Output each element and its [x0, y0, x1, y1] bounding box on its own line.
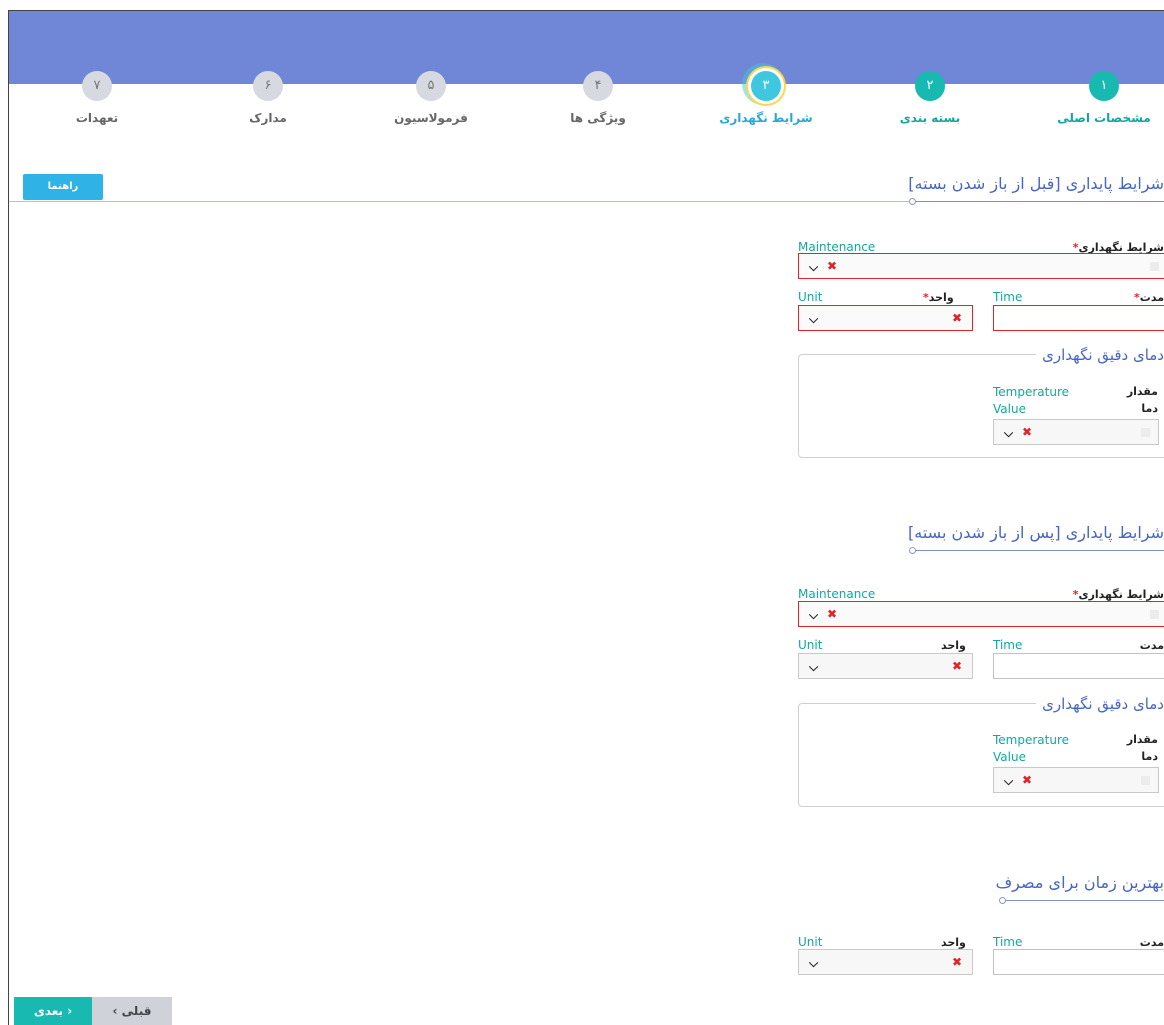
step-number: ۷: [82, 71, 112, 101]
step-label: تعهدات: [75, 111, 119, 125]
unit-label-en: Unit: [798, 935, 823, 949]
step-number: ۳: [751, 71, 781, 101]
previous-button[interactable]: ‹ قبلی: [92, 997, 172, 1025]
maintenance-label-en: Maintenance: [798, 240, 876, 254]
step-2[interactable]: ۲ بسته بندی: [870, 68, 990, 138]
step-number: ۴: [583, 71, 613, 101]
maintenance-label-en: Maintenance: [798, 587, 876, 601]
duration-label-fa: مدت*: [1134, 291, 1164, 304]
time-label-en: Time: [993, 290, 1023, 304]
step-6[interactable]: ۶ مدارک: [208, 68, 328, 138]
step-5[interactable]: ۵ فرمولاسیون: [371, 68, 491, 138]
maintenance-select[interactable]: ⌵ ✖: [798, 601, 1164, 627]
chevron-down-icon: ⌵: [809, 608, 819, 622]
step-label: بسته بندی: [899, 111, 961, 125]
step-label: فرمولاسیون: [394, 111, 468, 125]
page-frame: ۱ مشخصات اصلی ۲ بسته بندی ۳ شرایط نگهدار…: [8, 10, 1164, 1025]
temperature-panel-title: دمای دقیق نگهداری: [1036, 346, 1164, 364]
step-3[interactable]: ۳ شرایط نگهداری: [706, 68, 826, 138]
wizard-steps: ۱ مشخصات اصلی ۲ بسته بندی ۳ شرایط نگهدار…: [9, 11, 1164, 141]
time-input[interactable]: [993, 653, 1164, 679]
step-label: مشخصات اصلی: [1057, 111, 1151, 125]
temperature-select[interactable]: ⌵ ✖: [993, 767, 1159, 793]
step-1[interactable]: ۱ مشخصات اصلی: [1044, 68, 1164, 138]
value-label-en: Value: [993, 750, 1026, 764]
unit-select[interactable]: ⌵ ✖: [798, 305, 973, 331]
temperature-panel-title: دمای دقیق نگهداری: [1036, 695, 1164, 713]
step-4[interactable]: ۴ ویژگی ها: [538, 68, 658, 138]
clear-icon[interactable]: ✖: [952, 311, 962, 325]
clear-icon[interactable]: ✖: [952, 659, 962, 673]
unit-label-fa: واحد: [941, 639, 966, 652]
step-label: ویژگی ها: [570, 111, 626, 125]
unit-label-fa: واحد*: [923, 291, 954, 304]
temperature-label-en: Temperature: [993, 385, 1070, 399]
divider-accent: [914, 201, 1164, 202]
divider-accent: [914, 550, 1164, 551]
step-number: ۱: [1089, 71, 1119, 101]
step-number: ۵: [416, 71, 446, 101]
maintenance-label-fa: شرایط نگهداری*: [1072, 588, 1164, 601]
select-handle: [1150, 610, 1159, 619]
step-label: شرایط نگهداری: [719, 111, 813, 125]
help-button[interactable]: راهنما: [23, 174, 103, 200]
unit-select[interactable]: ⌵ ✖: [798, 653, 973, 679]
amount-label-fa: مقدار: [1126, 733, 1158, 746]
clear-icon[interactable]: ✖: [1022, 425, 1032, 439]
time-label-en: Time: [993, 638, 1023, 652]
unit-label-en: Unit: [798, 290, 823, 304]
step-number: ۲: [915, 71, 945, 101]
amount-label-fa: مقدار: [1126, 385, 1158, 398]
temperature-label-en: Temperature: [993, 733, 1070, 747]
time-label-en: Time: [993, 935, 1023, 949]
chevron-down-icon: ⌵: [809, 660, 819, 674]
chevron-down-icon: ⌵: [809, 260, 819, 274]
select-handle: [1150, 262, 1159, 271]
value-label-en: Value: [993, 402, 1026, 416]
chevron-down-icon: ⌵: [809, 312, 819, 326]
step-7[interactable]: ۷ تعهدات: [37, 68, 157, 138]
divider-dot: [909, 547, 916, 554]
clear-icon[interactable]: ✖: [827, 607, 837, 621]
section-title-after-open: شرایط پایداری [پس از باز شدن بسته]: [908, 523, 1164, 542]
next-button[interactable]: بعدی ›: [14, 997, 92, 1025]
clear-icon[interactable]: ✖: [827, 259, 837, 273]
select-handle: [1141, 428, 1150, 437]
step-label: مدارک: [249, 111, 287, 125]
time-input[interactable]: [993, 305, 1164, 331]
temperature-select[interactable]: ⌵ ✖: [993, 419, 1159, 445]
divider-dot: [909, 198, 916, 205]
select-handle: [1141, 776, 1150, 785]
section-title-before-open: شرایط پایداری [قبل از باز شدن بسته]: [908, 174, 1164, 193]
time-input[interactable]: [993, 949, 1164, 975]
clear-icon[interactable]: ✖: [952, 955, 962, 969]
chevron-down-icon: ⌵: [809, 956, 819, 970]
clear-icon[interactable]: ✖: [1022, 773, 1032, 787]
duration-label-fa: مدت: [1139, 639, 1164, 652]
maintenance-select[interactable]: ⌵ ✖: [798, 253, 1164, 279]
unit-label-fa: واحد: [941, 936, 966, 949]
temp-label-fa: دما: [1141, 402, 1158, 415]
temp-label-fa: دما: [1141, 750, 1158, 763]
divider-dot: [999, 897, 1006, 904]
chevron-down-icon: ⌵: [1004, 774, 1014, 788]
chevron-down-icon: ⌵: [1004, 426, 1014, 440]
step-number: ۶: [253, 71, 283, 101]
section-title-best-time: بهترین زمان برای مصرف: [995, 873, 1164, 892]
unit-select[interactable]: ⌵ ✖: [798, 949, 973, 975]
duration-label-fa: مدت: [1139, 936, 1164, 949]
divider-accent: [1004, 900, 1164, 901]
unit-label-en: Unit: [798, 638, 823, 652]
